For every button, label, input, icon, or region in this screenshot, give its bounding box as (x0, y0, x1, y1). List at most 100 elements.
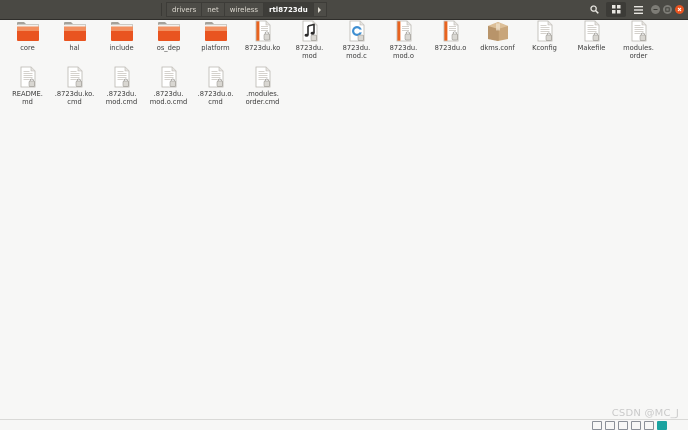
file-item-icon (390, 20, 418, 42)
audio-file-icon (302, 20, 317, 42)
file-item-icon (578, 20, 606, 42)
binary-file-icon (443, 20, 458, 42)
file-item[interactable]: 8723du. mod (286, 20, 333, 66)
file-item-icon (437, 20, 465, 42)
breadcrumb-rtl8723du[interactable]: rtl8723du (263, 2, 313, 17)
file-item-label: .8723du.ko. cmd (54, 90, 95, 106)
file-item[interactable]: platform (192, 20, 239, 66)
tray-display-icon[interactable] (618, 420, 628, 430)
file-item-label: Makefile (577, 44, 606, 52)
file-item-icon (155, 20, 183, 42)
file-item-label: Kconfig (532, 44, 557, 52)
file-item-label: .8723du.o. cmd (197, 90, 234, 106)
breadcrumb-drivers[interactable]: drivers (166, 2, 202, 17)
file-item[interactable]: 8723du. mod.c (333, 20, 380, 66)
file-item[interactable]: 8723du. mod.o (380, 20, 427, 66)
folder-icon (63, 22, 86, 41)
header-tools (582, 0, 688, 19)
text-file-icon (584, 20, 599, 42)
file-item-label: .8723du. mod.cmd (105, 90, 138, 106)
close-button[interactable] (675, 5, 684, 14)
minimize-button[interactable] (651, 5, 660, 14)
maximize-button[interactable] (663, 5, 672, 14)
file-item[interactable]: Makefile (568, 20, 615, 66)
tray-monitor-icon[interactable] (592, 420, 602, 430)
file-item-icon (625, 20, 653, 42)
file-item-label: dkms.conf (480, 44, 515, 52)
view-toggle-button[interactable] (606, 2, 626, 17)
file-item-icon (61, 20, 89, 42)
package-file-icon (487, 22, 508, 41)
file-item-icon (249, 20, 277, 42)
file-item-label: README. md (12, 90, 43, 106)
file-grid: core hal include os_dep platform 8723du.ko 872… (4, 20, 684, 112)
file-item-label: .8723du. mod.o.cmd (149, 90, 188, 106)
file-item-icon (249, 66, 277, 88)
file-item-label: platform (201, 44, 230, 52)
folder-icon (204, 22, 227, 41)
file-item-icon (14, 20, 42, 42)
tray-share-icon[interactable] (644, 420, 654, 430)
menu-button[interactable] (628, 2, 648, 17)
file-item-label: 8723du.o (434, 44, 467, 52)
file-item-label: 8723du.ko (244, 44, 281, 52)
breadcrumb-net[interactable]: net (201, 2, 224, 17)
file-item[interactable]: core (4, 20, 51, 66)
file-item[interactable]: modules. order (615, 20, 662, 66)
window-bottom-edge (0, 419, 688, 420)
file-item[interactable]: os_dep (145, 20, 192, 66)
file-item-label: core (20, 44, 35, 52)
file-item[interactable]: .modules. order.cmd (239, 66, 286, 112)
search-icon (589, 5, 599, 14)
binary-file-icon (255, 20, 270, 42)
file-item[interactable]: dkms.conf (474, 20, 521, 66)
file-item-icon (155, 66, 183, 88)
file-item-icon (296, 20, 324, 42)
grid-view-icon (611, 5, 620, 14)
path-bar: drivers net wireless rtl8723du (166, 2, 327, 17)
file-item-label: 8723du. mod.c (342, 44, 371, 60)
binary-file-icon (396, 20, 411, 42)
chevron-right-icon (318, 6, 322, 13)
tray-usb-icon[interactable] (631, 420, 641, 430)
folder-icon (157, 22, 180, 41)
text-file-locked-icon (208, 66, 223, 88)
file-item[interactable]: include (98, 20, 145, 66)
file-item-icon (14, 66, 42, 88)
file-item-icon (531, 20, 559, 42)
file-item[interactable]: .8723du.ko. cmd (51, 66, 98, 112)
tray-app-icon[interactable] (657, 420, 667, 430)
file-item-label: modules. order (623, 44, 654, 60)
file-item[interactable]: .8723du. mod.o.cmd (145, 66, 192, 112)
file-item-icon (202, 20, 230, 42)
text-file-locked-icon (67, 66, 82, 88)
file-item-icon (202, 66, 230, 88)
close-icon (677, 7, 682, 12)
c-source-file-icon (349, 20, 364, 42)
text-file-icon (537, 20, 552, 42)
hamburger-menu-icon (633, 5, 643, 14)
file-item[interactable]: 8723du.ko (239, 20, 286, 66)
file-item[interactable]: Kconfig (521, 20, 568, 66)
tray-network-icon[interactable] (605, 420, 615, 430)
file-item-icon (108, 20, 136, 42)
file-item[interactable]: README. md (4, 66, 51, 112)
file-item-icon (108, 66, 136, 88)
file-item-label: include (109, 44, 134, 52)
text-file-locked-icon (161, 66, 176, 88)
minimize-icon (653, 9, 658, 10)
path-forward-button[interactable] (312, 2, 327, 17)
file-item[interactable]: .8723du.o. cmd (192, 66, 239, 112)
breadcrumb-wireless[interactable]: wireless (223, 2, 263, 17)
search-button[interactable] (584, 2, 604, 17)
file-item[interactable]: hal (51, 20, 98, 66)
file-manager-window: drivers net wireless rtl8723du core hal … (0, 0, 688, 430)
maximize-icon (665, 7, 670, 12)
file-item[interactable]: 8723du.o (427, 20, 474, 66)
file-item-label: 8723du. mod (295, 44, 324, 60)
file-item[interactable]: .8723du. mod.cmd (98, 66, 145, 112)
watermark: CSDN @MC_J (611, 408, 679, 419)
header-separator (161, 3, 162, 16)
system-tray (592, 420, 670, 430)
text-file-locked-icon (114, 66, 129, 88)
